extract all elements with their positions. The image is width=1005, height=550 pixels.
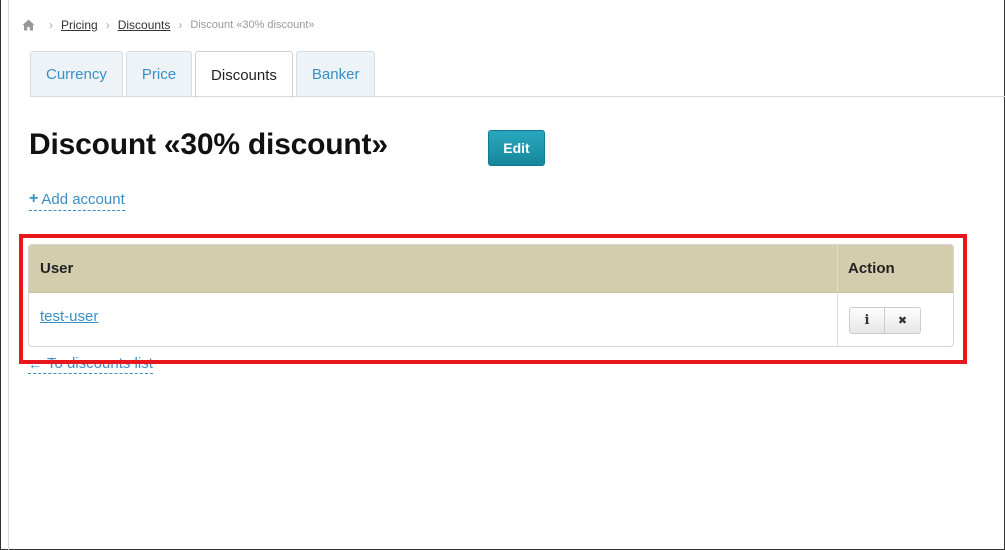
add-account-link[interactable]: + Add account [29, 190, 125, 211]
tab-banker[interactable]: Banker [295, 51, 376, 97]
tab-currency[interactable]: Currency [30, 51, 123, 97]
home-icon[interactable] [22, 19, 35, 31]
breadcrumb-link-discounts[interactable]: Discounts [118, 18, 171, 32]
highlight-box [19, 234, 967, 364]
breadcrumb-separator: › [105, 18, 110, 32]
plus-icon: + [29, 190, 39, 207]
tab-bar: Currency Price Discounts Banker [30, 51, 378, 98]
breadcrumb-separator: › [178, 18, 183, 32]
breadcrumb-current: Discount «30% discount» [190, 19, 315, 31]
breadcrumb: › Pricing › Discounts › Discount «30% di… [22, 17, 315, 33]
tab-divider [30, 96, 1005, 97]
tab-price[interactable]: Price [125, 51, 193, 97]
breadcrumb-separator: › [49, 18, 53, 32]
tab-discounts[interactable]: Discounts [195, 51, 293, 98]
breadcrumb-link-pricing[interactable]: Pricing [61, 18, 98, 32]
add-account-label: Add account [41, 190, 125, 208]
page-title: Discount «30% discount» [29, 128, 388, 161]
edit-button[interactable]: Edit [488, 130, 545, 166]
